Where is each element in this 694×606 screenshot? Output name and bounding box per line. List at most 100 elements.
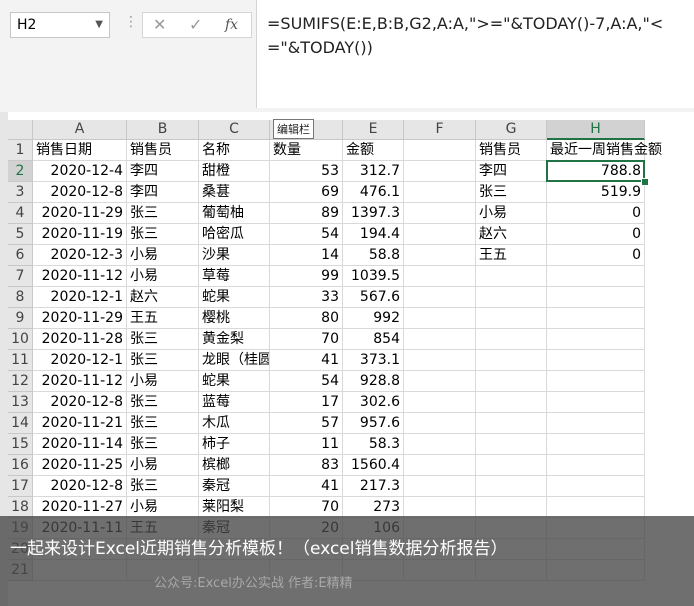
cell-e14[interactable]: 957.6 bbox=[343, 413, 404, 434]
cell-a3[interactable]: 2020-12-8 bbox=[33, 182, 127, 203]
cell-d11[interactable]: 41 bbox=[270, 350, 343, 371]
row-header-1[interactable]: 1 bbox=[8, 140, 33, 161]
cell-d3[interactable]: 69 bbox=[270, 182, 343, 203]
cell-b11[interactable]: 张三 bbox=[127, 350, 199, 371]
cell-h8[interactable] bbox=[547, 287, 645, 308]
cell-h6[interactable]: 0 bbox=[547, 245, 645, 266]
cell-a6[interactable]: 2020-12-3 bbox=[33, 245, 127, 266]
cell-b4[interactable]: 张三 bbox=[127, 203, 199, 224]
row-header-14[interactable]: 14 bbox=[8, 413, 33, 434]
cell-f10[interactable] bbox=[404, 329, 476, 350]
cell-b5[interactable]: 张三 bbox=[127, 224, 199, 245]
cell-g14[interactable] bbox=[476, 413, 547, 434]
cell-g16[interactable] bbox=[476, 455, 547, 476]
cell-d5[interactable]: 54 bbox=[270, 224, 343, 245]
cell-d17[interactable]: 41 bbox=[270, 476, 343, 497]
cell-a11[interactable]: 2020-12-1 bbox=[33, 350, 127, 371]
cell-f5[interactable] bbox=[404, 224, 476, 245]
cell-f1[interactable] bbox=[404, 140, 476, 161]
cell-c1-header[interactable]: 名称 bbox=[199, 140, 270, 161]
cell-d1-header[interactable]: 数量 bbox=[270, 140, 343, 161]
cell-d12[interactable]: 54 bbox=[270, 371, 343, 392]
cell-e6[interactable]: 58.8 bbox=[343, 245, 404, 266]
cell-f7[interactable] bbox=[404, 266, 476, 287]
cell-a2[interactable]: 2020-12-4 bbox=[33, 161, 127, 182]
cell-g7[interactable] bbox=[476, 266, 547, 287]
row-header-9[interactable]: 9 bbox=[8, 308, 33, 329]
cell-f6[interactable] bbox=[404, 245, 476, 266]
cell-f14[interactable] bbox=[404, 413, 476, 434]
cell-b6[interactable]: 小易 bbox=[127, 245, 199, 266]
cell-a17[interactable]: 2020-12-8 bbox=[33, 476, 127, 497]
row-header-16[interactable]: 16 bbox=[8, 455, 33, 476]
cell-d15[interactable]: 11 bbox=[270, 434, 343, 455]
cell-c15[interactable]: 柿子 bbox=[199, 434, 270, 455]
cell-g13[interactable] bbox=[476, 392, 547, 413]
cell-b14[interactable]: 张三 bbox=[127, 413, 199, 434]
cell-g18[interactable] bbox=[476, 497, 547, 518]
cell-g11[interactable] bbox=[476, 350, 547, 371]
resize-grip-icon[interactable]: ⋮ bbox=[124, 14, 138, 30]
cell-f16[interactable] bbox=[404, 455, 476, 476]
cell-f15[interactable] bbox=[404, 434, 476, 455]
cell-c4[interactable]: 葡萄柚 bbox=[199, 203, 270, 224]
cell-c14[interactable]: 木瓜 bbox=[199, 413, 270, 434]
cell-a18[interactable]: 2020-11-27 bbox=[33, 497, 127, 518]
cell-b12[interactable]: 小易 bbox=[127, 371, 199, 392]
cell-e1-header[interactable]: 金额 bbox=[343, 140, 404, 161]
cell-g8[interactable] bbox=[476, 287, 547, 308]
cell-c17[interactable]: 秦冠 bbox=[199, 476, 270, 497]
row-header-3[interactable]: 3 bbox=[8, 182, 33, 203]
cell-b9[interactable]: 王五 bbox=[127, 308, 199, 329]
cell-h18[interactable] bbox=[547, 497, 645, 518]
cell-f12[interactable] bbox=[404, 371, 476, 392]
cell-f4[interactable] bbox=[404, 203, 476, 224]
cell-c11[interactable]: 龙眼（桂圆） bbox=[199, 350, 270, 371]
cell-a9[interactable]: 2020-11-29 bbox=[33, 308, 127, 329]
row-header-4[interactable]: 4 bbox=[8, 203, 33, 224]
cell-g17[interactable] bbox=[476, 476, 547, 497]
cell-g2[interactable]: 李四 bbox=[476, 161, 547, 182]
cell-c3[interactable]: 桑葚 bbox=[199, 182, 270, 203]
cell-e4[interactable]: 1397.3 bbox=[343, 203, 404, 224]
formula-input[interactable]: =SUMIFS(E:E,B:B,G2,A:A,">="&TODAY()-7,A:… bbox=[256, 0, 694, 108]
row-header-2[interactable]: 2 bbox=[8, 161, 33, 182]
cell-a15[interactable]: 2020-11-14 bbox=[33, 434, 127, 455]
cell-b18[interactable]: 小易 bbox=[127, 497, 199, 518]
cell-b2[interactable]: 李四 bbox=[127, 161, 199, 182]
cell-e5[interactable]: 194.4 bbox=[343, 224, 404, 245]
cell-f11[interactable] bbox=[404, 350, 476, 371]
cell-g12[interactable] bbox=[476, 371, 547, 392]
cell-d16[interactable]: 83 bbox=[270, 455, 343, 476]
cell-b1-header[interactable]: 销售员 bbox=[127, 140, 199, 161]
cell-a7[interactable]: 2020-11-12 bbox=[33, 266, 127, 287]
cell-c7[interactable]: 草莓 bbox=[199, 266, 270, 287]
cell-b16[interactable]: 小易 bbox=[127, 455, 199, 476]
row-header-8[interactable]: 8 bbox=[8, 287, 33, 308]
cell-f2[interactable] bbox=[404, 161, 476, 182]
cell-f13[interactable] bbox=[404, 392, 476, 413]
cell-c10[interactable]: 黄金梨 bbox=[199, 329, 270, 350]
cell-d8[interactable]: 33 bbox=[270, 287, 343, 308]
row-header-7[interactable]: 7 bbox=[8, 266, 33, 287]
cell-h11[interactable] bbox=[547, 350, 645, 371]
cell-f17[interactable] bbox=[404, 476, 476, 497]
cell-g9[interactable] bbox=[476, 308, 547, 329]
cell-c18[interactable]: 莱阳梨 bbox=[199, 497, 270, 518]
cell-g15[interactable] bbox=[476, 434, 547, 455]
column-header-c[interactable]: C bbox=[199, 120, 270, 140]
cell-b8[interactable]: 赵六 bbox=[127, 287, 199, 308]
column-header-f[interactable]: F bbox=[404, 120, 476, 140]
cell-e8[interactable]: 567.6 bbox=[343, 287, 404, 308]
cell-e9[interactable]: 992 bbox=[343, 308, 404, 329]
cell-b7[interactable]: 小易 bbox=[127, 266, 199, 287]
row-header-11[interactable]: 11 bbox=[8, 350, 33, 371]
cell-b13[interactable]: 张三 bbox=[127, 392, 199, 413]
cell-g6[interactable]: 王五 bbox=[476, 245, 547, 266]
cell-d9[interactable]: 80 bbox=[270, 308, 343, 329]
cell-g1-header[interactable]: 销售员 bbox=[476, 140, 547, 161]
cell-c12[interactable]: 蛇果 bbox=[199, 371, 270, 392]
column-header-g[interactable]: G bbox=[476, 120, 547, 140]
cell-a13[interactable]: 2020-12-8 bbox=[33, 392, 127, 413]
cell-h7[interactable] bbox=[547, 266, 645, 287]
